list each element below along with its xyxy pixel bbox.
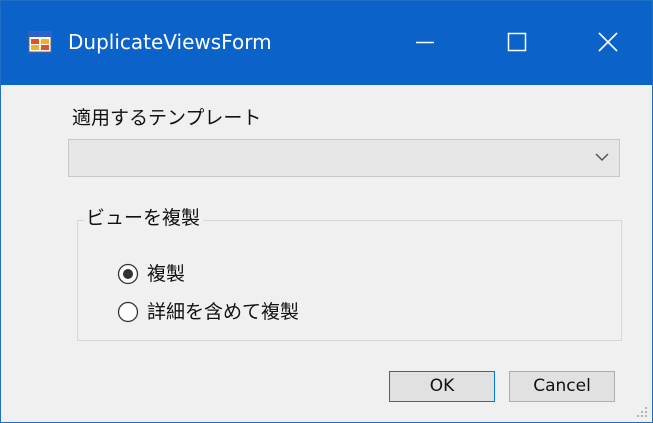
close-button[interactable] xyxy=(562,1,652,85)
app-form-icon xyxy=(28,31,52,53)
title-bar[interactable]: DuplicateViewsForm xyxy=(1,1,652,85)
ok-button[interactable]: OK xyxy=(389,371,495,402)
close-icon xyxy=(598,32,618,52)
duplicate-group-legend: ビューを複製 xyxy=(84,205,204,231)
duplicate-views-dialog: DuplicateViewsForm 適用するテンプレート ビューを複製 複製 … xyxy=(0,0,653,423)
maximize-button[interactable] xyxy=(470,1,562,85)
resize-grip-icon[interactable] xyxy=(636,406,648,418)
chevron-down-icon xyxy=(595,153,609,162)
template-label: 適用するテンプレート xyxy=(72,107,262,129)
minimize-button[interactable] xyxy=(378,1,470,85)
radio-unchecked-icon xyxy=(117,301,139,323)
radio-checked-icon xyxy=(117,263,139,285)
radio-duplicate-with-detailing-label: 詳細を含めて複製 xyxy=(147,301,300,323)
template-dropdown[interactable] xyxy=(68,139,620,177)
minimize-icon xyxy=(416,41,434,44)
window-title: DuplicateViewsForm xyxy=(68,30,272,54)
cancel-button[interactable]: Cancel xyxy=(509,371,615,402)
maximize-icon xyxy=(507,32,527,52)
radio-duplicate-label: 複製 xyxy=(147,263,186,285)
